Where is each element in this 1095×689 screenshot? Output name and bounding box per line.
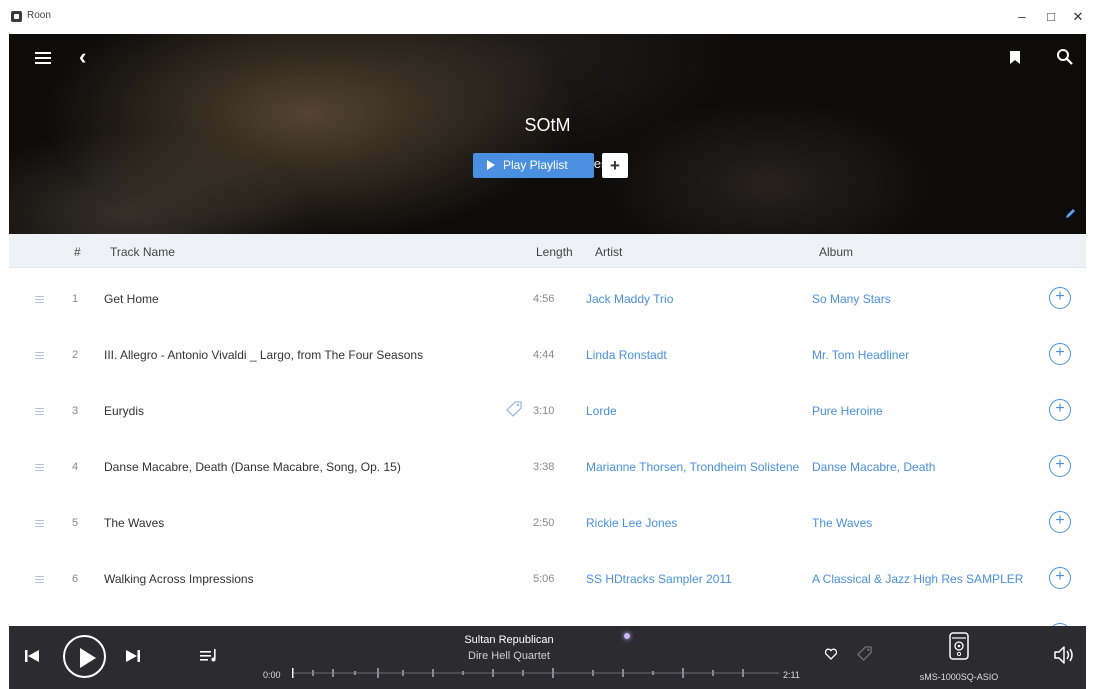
- track-name[interactable]: The Waves: [104, 516, 164, 530]
- window-title: Roon: [27, 10, 51, 21]
- pencil-icon[interactable]: [1065, 207, 1077, 219]
- column-header-track-name[interactable]: Track Name: [110, 245, 175, 259]
- drag-handle-icon[interactable]: [35, 408, 44, 417]
- elapsed-time: 0:00: [263, 670, 281, 680]
- track-table-header: # Track Name Length Artist Album: [9, 234, 1086, 268]
- plus-circle-icon[interactable]: +: [1049, 455, 1071, 477]
- back-arrow-icon[interactable]: ‹: [79, 46, 86, 68]
- playlist-title: SOtM: [524, 115, 571, 135]
- heart-icon[interactable]: [825, 648, 837, 660]
- seek-waveform[interactable]: [292, 666, 779, 680]
- table-row[interactable]: 4 Danse Macabre, Death (Danse Macabre, S…: [9, 440, 1086, 496]
- drag-handle-icon[interactable]: [35, 520, 44, 529]
- minimize-button[interactable]: –: [1008, 7, 1036, 27]
- track-length: 2:50: [533, 517, 555, 529]
- skip-previous-icon[interactable]: [25, 649, 39, 663]
- drag-handle-icon[interactable]: [35, 352, 44, 361]
- total-time: 2:11: [783, 670, 800, 680]
- track-number: 5: [72, 517, 79, 529]
- track-artist-link[interactable]: SS HDtracks Sampler 2011: [586, 572, 732, 586]
- column-header-artist[interactable]: Artist: [595, 245, 622, 259]
- track-number: 6: [72, 573, 79, 585]
- volume-icon[interactable]: [1053, 644, 1075, 666]
- drag-handle-icon[interactable]: [35, 464, 44, 473]
- play-icon: [80, 648, 96, 668]
- track-number: 2: [72, 349, 79, 361]
- plus-circle-icon[interactable]: +: [1049, 511, 1071, 533]
- table-row-partial[interactable]: +: [9, 608, 1086, 626]
- track-album-link[interactable]: A Classical & Jazz High Res SAMPLER: [812, 572, 1023, 586]
- track-name[interactable]: Danse Macabre, Death (Danse Macabre, Son…: [104, 460, 401, 474]
- track-name[interactable]: Eurydis: [104, 404, 144, 418]
- track-album-link[interactable]: The Waves: [812, 516, 872, 530]
- drag-handle-icon[interactable]: [35, 576, 44, 585]
- track-length: 4:44: [533, 349, 555, 361]
- bookmark-icon[interactable]: [1010, 51, 1020, 64]
- plus-circle-icon[interactable]: +: [1049, 343, 1071, 365]
- plus-circle-icon[interactable]: +: [1049, 287, 1071, 309]
- table-row[interactable]: 5 The Waves 2:50 Rickie Lee Jones The Wa…: [9, 496, 1086, 552]
- track-length: 3:10: [533, 405, 555, 417]
- queue-icon[interactable]: [200, 649, 218, 663]
- hamburger-icon[interactable]: [35, 52, 51, 66]
- table-row[interactable]: 1 Get Home 4:56 Jack Maddy Trio So Many …: [9, 272, 1086, 328]
- track-name[interactable]: Walking Across Impressions: [104, 572, 254, 586]
- now-playing-bar: Sultan Republican Dire Hell Quartet 0:00…: [9, 626, 1086, 689]
- track-artist-link[interactable]: Rickie Lee Jones: [586, 516, 677, 530]
- table-row[interactable]: 3 Eurydis 3:10 Lorde Pure Heroine +: [9, 384, 1086, 440]
- play-button[interactable]: [63, 635, 106, 678]
- track-album-link[interactable]: Pure Heroine: [812, 404, 883, 418]
- signal-path-indicator[interactable]: [624, 633, 630, 639]
- track-artist-link[interactable]: Jack Maddy Trio: [586, 292, 673, 306]
- column-header-number[interactable]: #: [74, 245, 81, 259]
- column-header-length[interactable]: Length: [536, 245, 573, 259]
- column-header-album[interactable]: Album: [819, 245, 853, 259]
- track-number: 4: [72, 461, 79, 473]
- track-artist-link[interactable]: Lorde: [586, 404, 617, 418]
- now-playing-track[interactable]: Sultan Republican: [389, 634, 629, 646]
- add-playlist-button[interactable]: +: [602, 153, 628, 178]
- track-album-link[interactable]: So Many Stars: [812, 292, 891, 306]
- table-row[interactable]: 6 Walking Across Impressions 5:06 SS HDt…: [9, 552, 1086, 608]
- roon-app-icon: [11, 11, 22, 22]
- track-number: 3: [72, 405, 79, 417]
- track-album-link[interactable]: Danse Macabre, Death: [812, 460, 935, 474]
- play-playlist-button[interactable]: Play Playlist: [473, 153, 594, 178]
- zone-name[interactable]: sMS-1000SQ-ASIO: [909, 672, 1009, 682]
- search-icon[interactable]: [1056, 48, 1074, 66]
- tag-icon[interactable]: [857, 646, 872, 661]
- track-artist-link[interactable]: Linda Ronstadt: [586, 348, 667, 362]
- track-name[interactable]: Get Home: [104, 292, 159, 306]
- plus-circle-icon[interactable]: +: [1049, 567, 1071, 589]
- playlist-hero: ‹ SOtM 7 Tracks, 33 minutes Play Playlis…: [9, 34, 1086, 234]
- track-number: 1: [72, 293, 79, 305]
- window-titlebar: Roon – □ ✕: [0, 0, 1095, 34]
- maximize-button[interactable]: □: [1037, 7, 1065, 27]
- play-icon: [487, 160, 495, 170]
- track-artist-link[interactable]: Marianne Thorsen, Trondheim Solistene: [586, 460, 799, 474]
- track-length: 3:38: [533, 461, 555, 473]
- speaker-icon[interactable]: [949, 632, 969, 660]
- close-button[interactable]: ✕: [1064, 7, 1092, 27]
- track-length: 5:06: [533, 573, 555, 585]
- track-name[interactable]: III. Allegro - Antonio Vivaldi _ Largo, …: [104, 348, 423, 362]
- play-playlist-label: Play Playlist: [503, 158, 568, 172]
- plus-circle-icon[interactable]: +: [1049, 399, 1071, 421]
- table-row[interactable]: 2 III. Allegro - Antonio Vivaldi _ Largo…: [9, 328, 1086, 384]
- track-length: 4:56: [533, 293, 555, 305]
- track-list: 1 Get Home 4:56 Jack Maddy Trio So Many …: [9, 268, 1086, 626]
- now-playing-artist[interactable]: Dire Hell Quartet: [389, 650, 629, 662]
- tag-icon[interactable]: [506, 401, 522, 417]
- skip-next-icon[interactable]: [126, 649, 140, 663]
- track-album-link[interactable]: Mr. Tom Headliner: [812, 348, 909, 362]
- drag-handle-icon[interactable]: [35, 296, 44, 305]
